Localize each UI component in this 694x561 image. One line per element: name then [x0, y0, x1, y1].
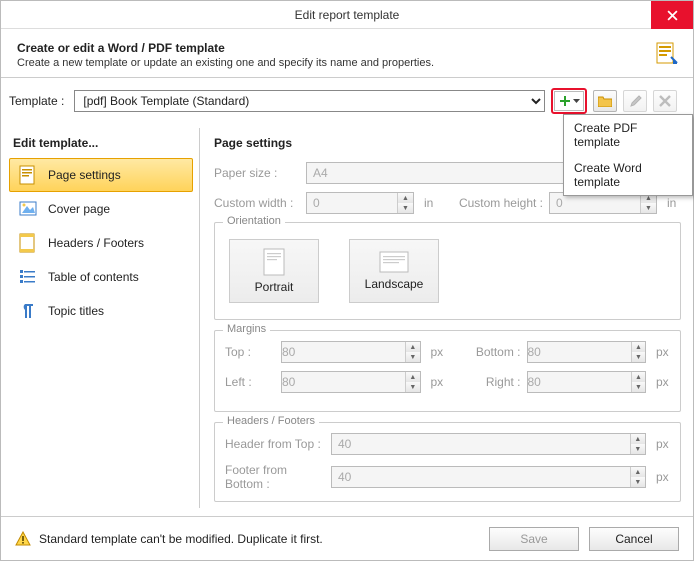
add-template-dropdown: Create PDF template Create Word template	[563, 114, 693, 196]
footer-bottom-label: Footer from Bottom :	[225, 463, 325, 491]
image-icon	[18, 199, 38, 219]
margin-bottom-input: ▲▼	[527, 341, 647, 363]
x-icon	[659, 95, 671, 107]
delete-button	[653, 90, 677, 112]
warning-icon	[15, 531, 31, 547]
orientation-label: Orientation	[223, 215, 285, 227]
cancel-button[interactable]: Cancel	[589, 527, 679, 551]
margin-left-input: ▲▼	[281, 371, 421, 393]
header-icon	[653, 41, 681, 72]
template-select[interactable]: [pdf] Book Template (Standard)	[74, 90, 545, 112]
add-template-button[interactable]	[554, 91, 584, 111]
header-footer-icon	[18, 233, 38, 253]
orientation-group: Orientation Portrait Landscape	[214, 222, 681, 320]
sidebar-item-label: Topic titles	[48, 304, 104, 318]
window-title: Edit report template	[295, 8, 400, 22]
margin-right-input: ▲▼	[527, 371, 647, 393]
margin-bottom-label: Bottom :	[451, 345, 521, 359]
template-row: Template : [pdf] Book Template (Standard…	[1, 78, 693, 124]
titlebar: Edit report template	[1, 1, 693, 29]
dialog-window: Edit report template Create or edit a Wo…	[0, 0, 694, 561]
sidebar-item-label: Headers / Footers	[48, 236, 144, 250]
create-word-item[interactable]: Create Word template	[564, 155, 692, 195]
pilcrow-icon	[18, 301, 38, 321]
close-icon	[667, 10, 678, 21]
sidebar-heading: Edit template...	[13, 136, 193, 150]
sidebar: Edit template... Page settings Cover pag…	[3, 128, 199, 508]
warning-bar: Standard template can't be modified. Dup…	[15, 531, 479, 547]
header-top-label: Header from Top :	[225, 437, 325, 451]
custom-height-label: Custom height :	[459, 196, 543, 210]
margin-top-input: ▲▼	[281, 341, 421, 363]
chevron-down-icon	[573, 99, 580, 104]
header-title: Create or edit a Word / PDF template	[17, 41, 677, 55]
footer-bottom-input: ▲▼	[331, 466, 646, 488]
edit-button	[623, 90, 647, 112]
toc-icon	[18, 267, 38, 287]
unit-in: in	[667, 196, 681, 210]
custom-width-label: Custom width :	[214, 196, 300, 210]
sidebar-item-cover-page[interactable]: Cover page	[9, 192, 193, 226]
open-folder-button[interactable]	[593, 90, 617, 112]
custom-width-input: ▲▼	[306, 192, 414, 214]
add-button-highlight	[551, 88, 587, 114]
portrait-icon	[263, 248, 285, 276]
footer: Standard template can't be modified. Dup…	[1, 516, 693, 560]
plus-icon	[559, 95, 571, 107]
paper-size-label: Paper size :	[214, 166, 300, 180]
header-top-input: ▲▼	[331, 433, 646, 455]
sidebar-item-label: Table of contents	[48, 270, 139, 284]
headers-footers-group: Headers / Footers Header from Top : ▲▼ p…	[214, 422, 681, 502]
sidebar-item-label: Page settings	[48, 168, 121, 182]
warning-text: Standard template can't be modified. Dup…	[39, 532, 323, 546]
sidebar-item-headers-footers[interactable]: Headers / Footers	[9, 226, 193, 260]
page-icon	[18, 165, 38, 185]
sidebar-item-page-settings[interactable]: Page settings	[9, 158, 193, 192]
portrait-option[interactable]: Portrait	[229, 239, 319, 303]
sidebar-item-toc[interactable]: Table of contents	[9, 260, 193, 294]
header-subtitle: Create a new template or update an exist…	[17, 57, 677, 69]
pencil-icon	[629, 95, 642, 108]
create-pdf-item[interactable]: Create PDF template	[564, 115, 692, 155]
landscape-option[interactable]: Landscape	[349, 239, 439, 303]
margin-top-label: Top :	[225, 345, 275, 359]
sidebar-item-topic-titles[interactable]: Topic titles	[9, 294, 193, 328]
margins-label: Margins	[223, 323, 270, 335]
close-button[interactable]	[651, 1, 693, 29]
folder-icon	[598, 95, 612, 107]
landscape-icon	[379, 251, 409, 273]
hf-label: Headers / Footers	[223, 415, 319, 427]
sidebar-item-label: Cover page	[48, 202, 110, 216]
template-label: Template :	[9, 94, 64, 108]
save-button: Save	[489, 527, 579, 551]
header: Create or edit a Word / PDF template Cre…	[1, 29, 693, 78]
margin-right-label: Right :	[451, 375, 521, 389]
margin-left-label: Left :	[225, 375, 275, 389]
unit-in: in	[424, 196, 438, 210]
margins-group: Margins Top : ▲▼ px Bottom : ▲▼ px	[214, 330, 681, 412]
